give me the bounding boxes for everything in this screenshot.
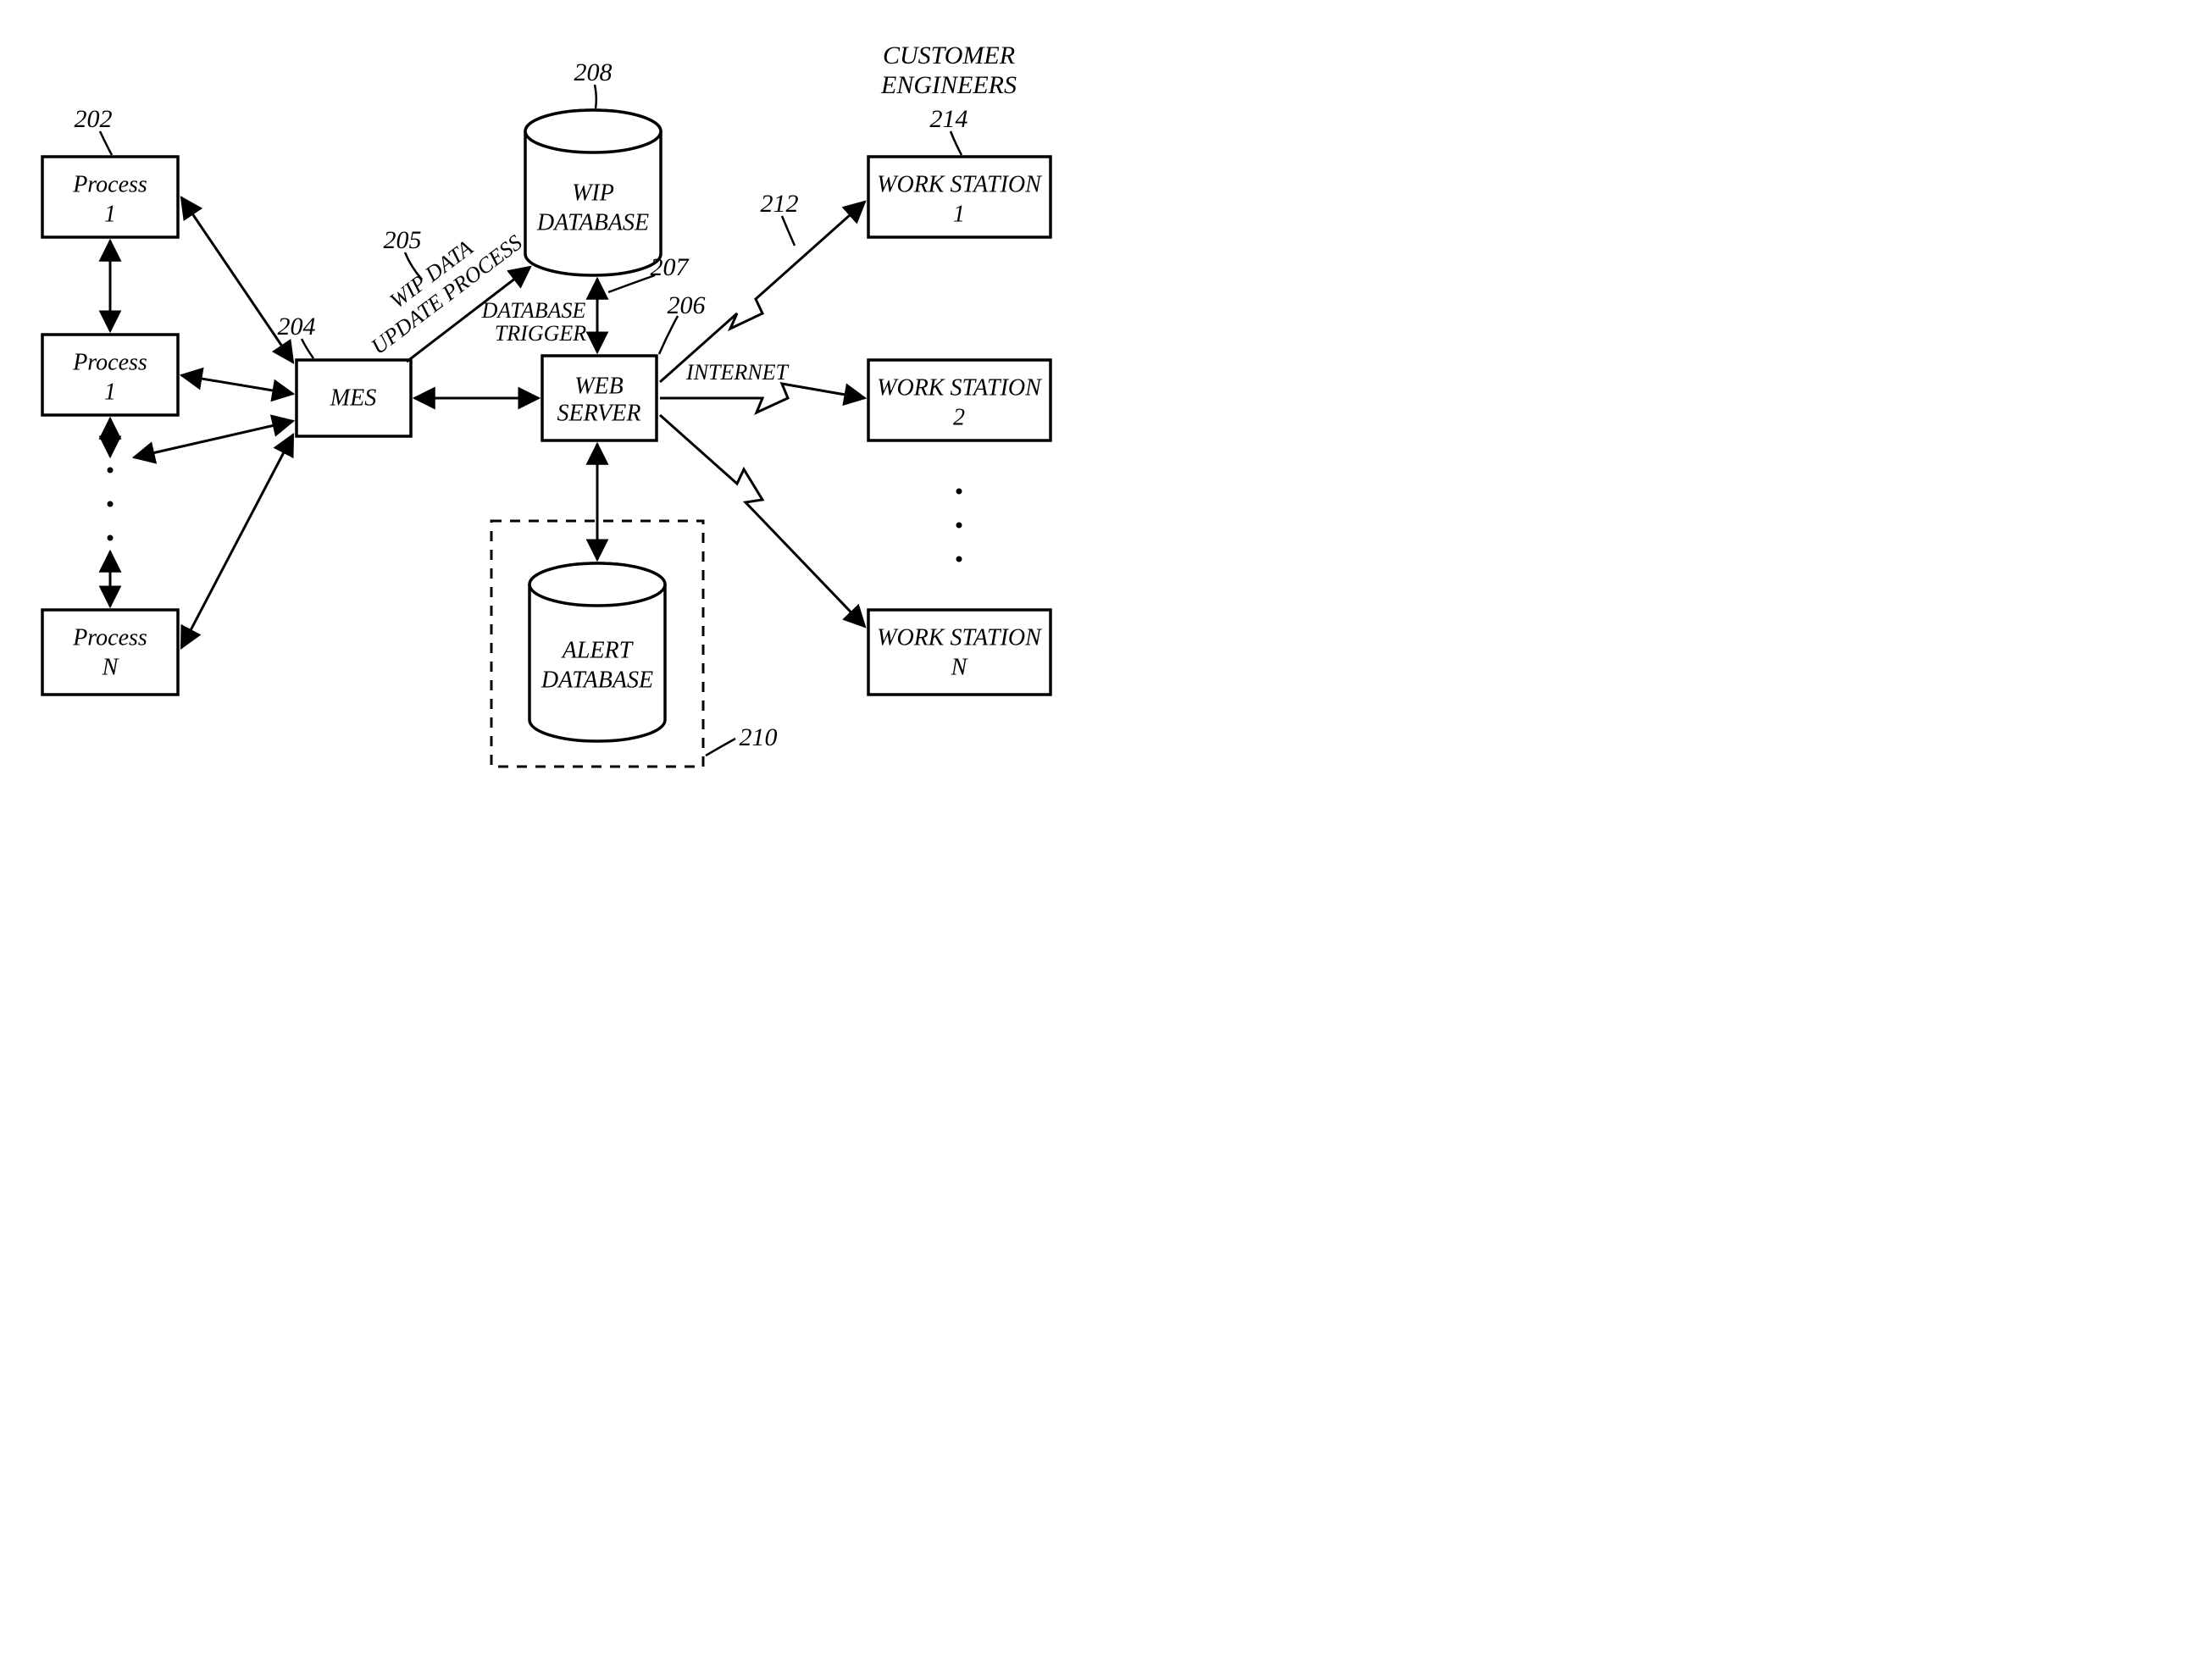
alert-db-ref: 210 [740,723,778,751]
db-trigger-label-2: TRIGGER [495,321,586,346]
wip-db-label-2: DATABASE [536,209,649,235]
leader-208 [595,85,596,108]
wsn-label-2: N [951,654,968,680]
process-1-box: Process 1 [42,157,178,237]
ws1-label-1: WORK STATION [877,171,1042,197]
arrow-dots-mes [134,421,293,457]
db-trigger-ref: 207 [651,253,690,281]
process-2-label-1: Process [72,349,147,375]
diagram-canvas: Process 1 202 Process 1 Process N MES 20… [0,0,1106,839]
process-1-label-2: 1 [104,201,116,227]
leader-206 [659,316,678,354]
process-n-box: Process N [42,610,178,695]
wip-data-ref: 205 [384,226,422,254]
alert-db-label-1: ALERT [561,637,635,663]
leader-212 [782,216,795,246]
leader-202 [100,131,112,155]
ws1-ref: 214 [930,105,968,133]
customers-heading-2: ENGINEERS [880,71,1017,99]
processes-ellipsis [108,468,114,541]
internet-label: INTERNET [685,360,789,385]
db-trigger-label-1: DATABASE [481,298,586,323]
process-1-label-1: Process [72,171,147,197]
arrow-p1-mes [181,197,293,363]
web-server-label-2: SERVER [557,400,640,426]
mes-label: MES [330,385,376,411]
workstations-ellipsis [956,489,962,562]
mes-ref: 204 [278,313,316,341]
ws2-label-2: 2 [953,404,965,430]
leader-210 [706,739,735,756]
internet-ref: 212 [761,190,799,218]
wip-database: WIP DATABASE [525,110,661,275]
workstation-2-box: WORK STATION 2 [868,360,1051,440]
arrow-web-ws2 [660,384,865,413]
wip-db-label-1: WIP [572,180,614,206]
web-server-box: WEB SERVER [542,356,657,440]
web-server-label-1: WEB [574,373,624,399]
arrow-p2-mes [181,375,293,394]
process-1-ref: 202 [75,105,113,133]
arrow-web-wsn [660,415,865,627]
leader-214 [951,131,962,155]
wip-db-ref: 208 [574,58,613,86]
customers-heading-1: CUSTOMER [883,42,1015,69]
workstation-1-box: WORK STATION 1 [868,157,1051,237]
alert-db-label-2: DATABASE [541,667,653,693]
wsn-label-1: WORK STATION [877,624,1042,651]
process-2-label-2: 1 [104,379,116,405]
leader-204 [302,339,313,358]
mes-box: MES [297,360,411,436]
process-n-label-2: N [102,654,119,680]
alert-database: ALERT DATABASE [529,563,665,741]
arrow-pn-mes [181,435,293,648]
leader-207 [608,275,655,292]
ws2-label-1: WORK STATION [877,374,1042,401]
ws1-label-2: 1 [953,201,965,227]
process-n-label-1: Process [72,624,147,651]
process-2-box: Process 1 [42,335,178,415]
web-server-ref: 206 [668,291,706,319]
workstation-n-box: WORK STATION N [868,610,1051,695]
